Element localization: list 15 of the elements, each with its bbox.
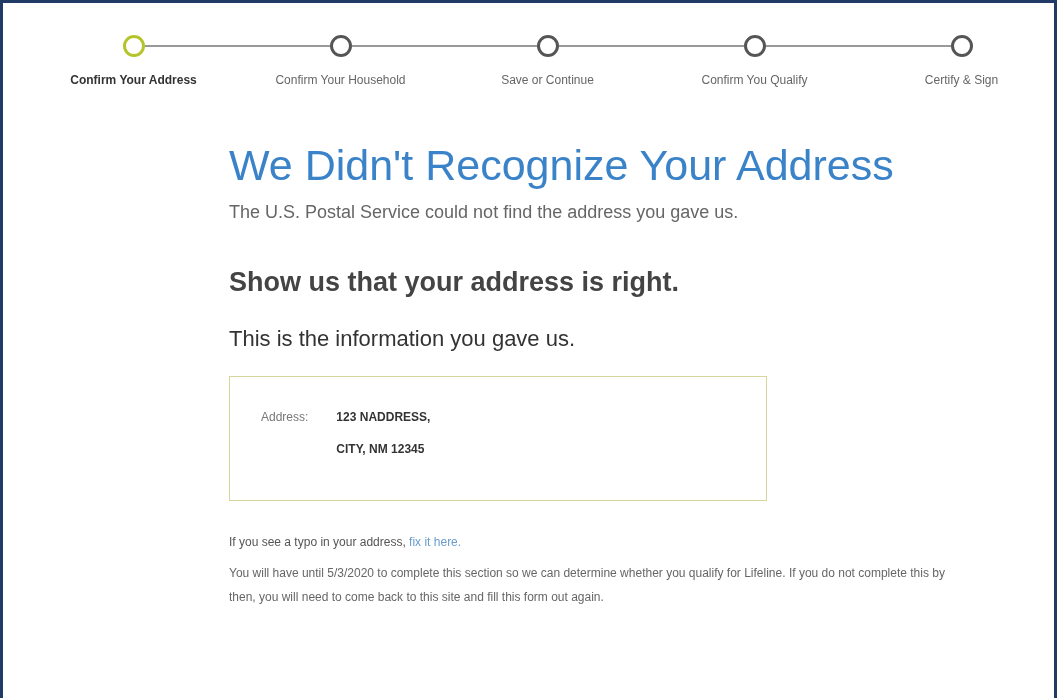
step-label: Save or Continue [501, 73, 594, 87]
step-label: Confirm Your Address [70, 73, 197, 87]
step-label: Certify & Sign [924, 73, 999, 87]
step-label: Confirm You Qualify [701, 73, 808, 87]
address-line: 123 NADDRESS, [336, 410, 431, 424]
page-subtitle: The U.S. Postal Service could not find the address you gave us. [229, 202, 740, 223]
deadline-note: You will have until 5/3/2020 to complete this section so we can determine whether you qualify for Lifeline. If you do not complete this by then, you will need to come back to this site and fill this form out again. [229, 565, 946, 606]
fix-it-link[interactable]: fix it here. [409, 535, 462, 549]
address-label: Address: [261, 410, 309, 426]
typo-note: If you see a typo in your address, fix it here. [229, 535, 463, 549]
step-label: Confirm Your Household [275, 73, 406, 87]
address-line: CITY, NM 12345 [336, 442, 426, 456]
section-subheading: This is the information you gave us. [229, 326, 577, 352]
section-heading: Show us that your address is right. [229, 267, 681, 298]
page-title: We Didn't Recognize Your Address [229, 141, 895, 190]
